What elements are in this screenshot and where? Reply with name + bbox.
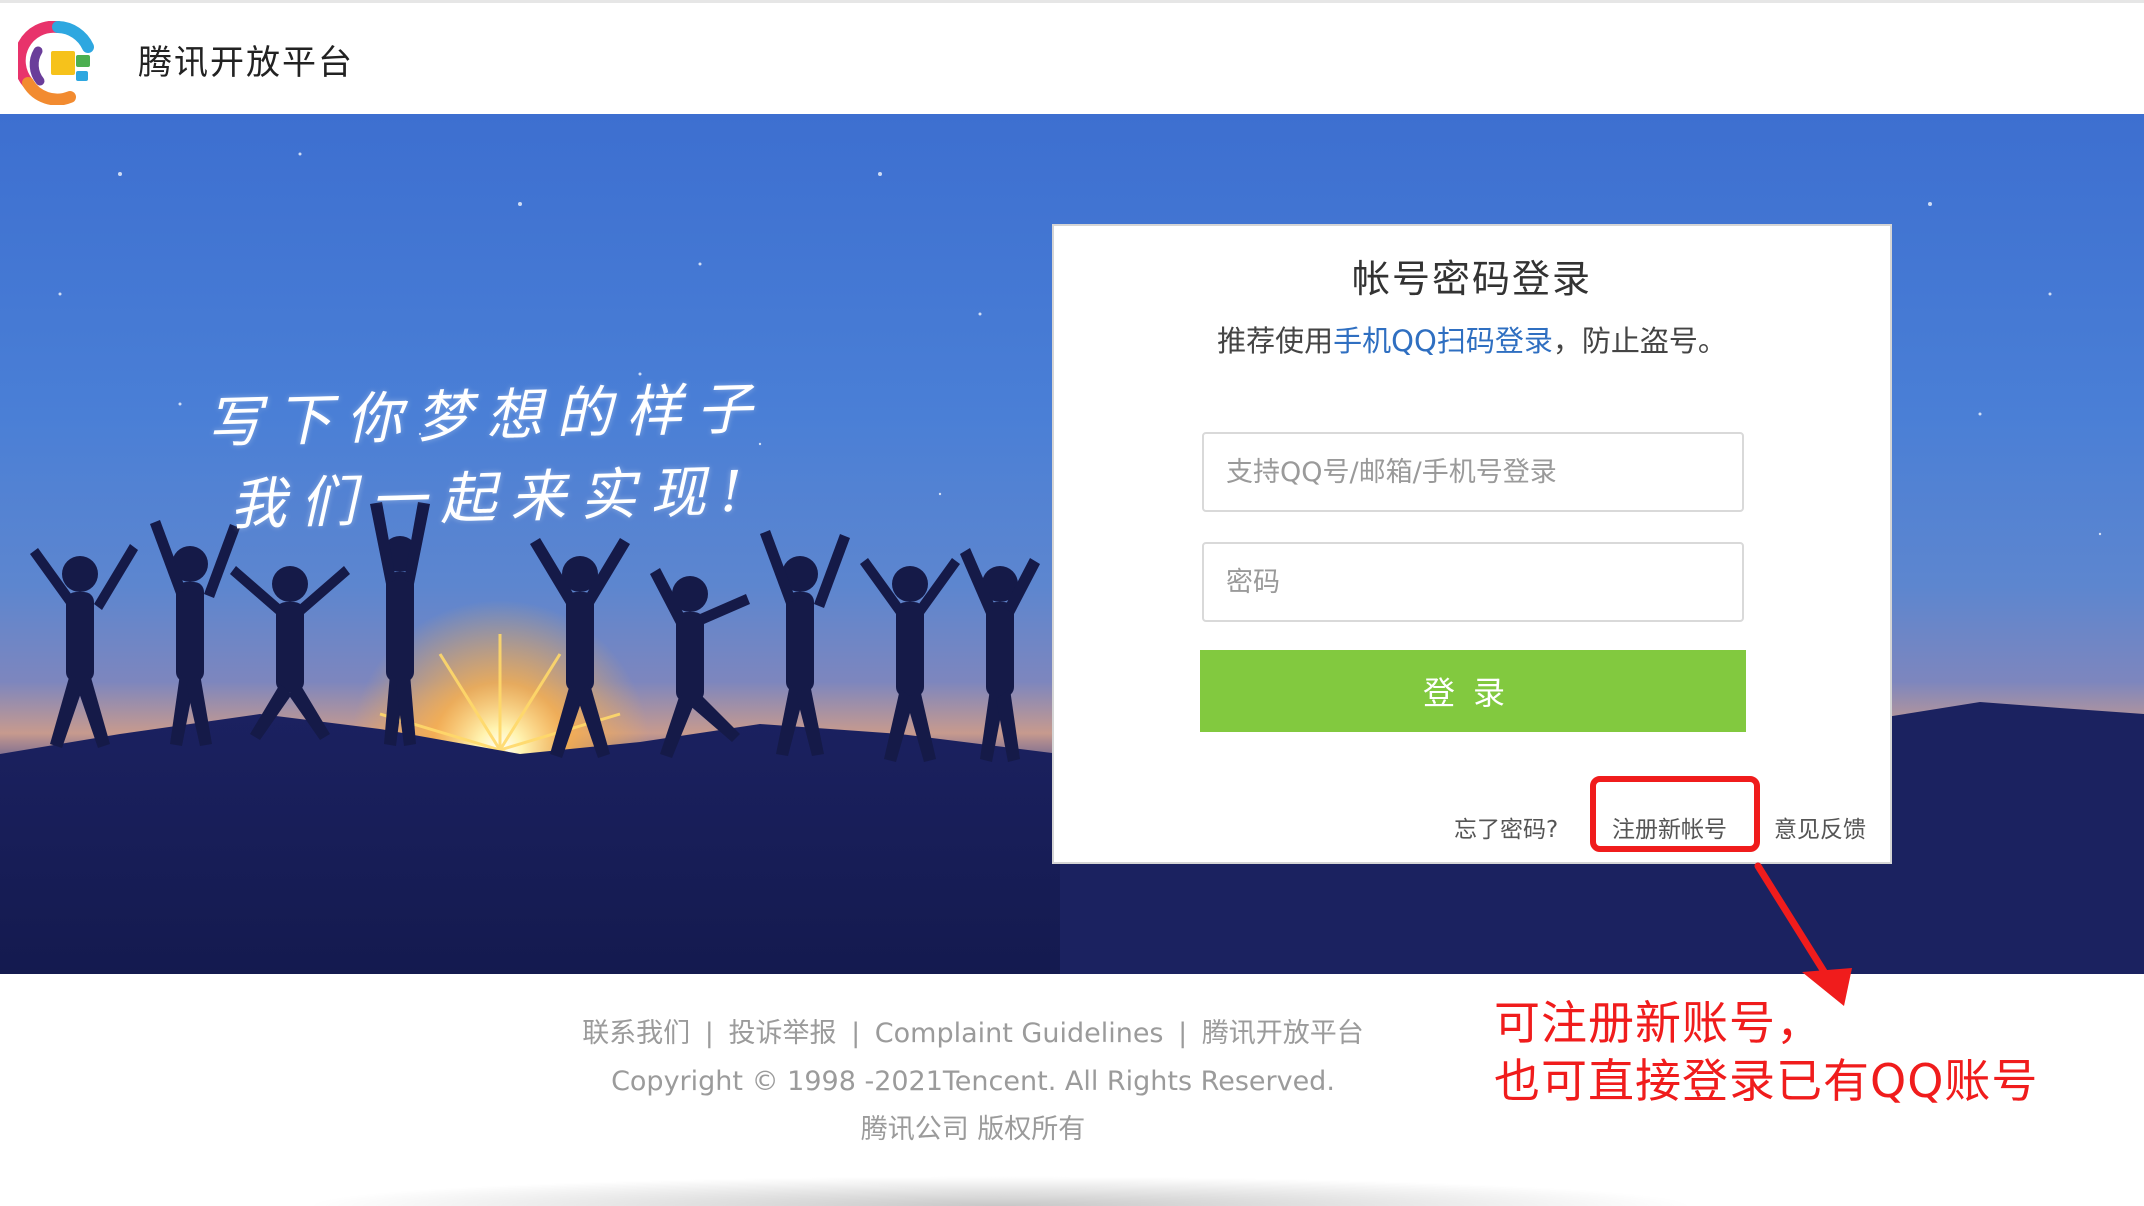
footer-link-complaint-guidelines[interactable]: Complaint Guidelines <box>875 1018 1164 1049</box>
hint-prefix: 推荐使用 <box>1217 324 1334 358</box>
password-input[interactable] <box>1202 542 1744 622</box>
footer-links: 联系我们 | 投诉举报 | Complaint Guidelines | 腾讯开… <box>0 1010 1946 1058</box>
hero-slogan: 写下你梦想的样子 我们一起来实现! <box>205 376 767 540</box>
qq-scan-login-link[interactable]: 手机QQ扫码登录 <box>1333 324 1553 358</box>
footer-separator: | <box>851 1018 861 1049</box>
footer-link-report[interactable]: 投诉举报 <box>728 1018 836 1049</box>
top-header: 腾讯开放平台 <box>0 0 2144 114</box>
footer-link-open-platform[interactable]: 腾讯开放平台 <box>1202 1018 1364 1049</box>
slogan-line-2: 我们一起来实现! <box>229 459 758 539</box>
account-input[interactable] <box>1202 432 1744 512</box>
login-hint: 推荐使用手机QQ扫码登录，防止盗号。 <box>1054 318 1890 360</box>
forgot-password-link[interactable]: 忘了密码? <box>1454 810 1558 844</box>
login-card: 帐号密码登录 推荐使用手机QQ扫码登录，防止盗号。 登录 忘了密码? 注册新帐号… <box>1052 224 1892 864</box>
annotation-arrow-icon <box>1754 862 1852 1006</box>
login-title: 帐号密码登录 <box>1351 257 1592 301</box>
login-button[interactable]: 登录 <box>1200 650 1746 732</box>
site-footer: 联系我们 | 投诉举报 | Complaint Guidelines | 腾讯开… <box>0 1010 1946 1154</box>
footer-company: 腾讯公司 版权所有 <box>860 1114 1086 1145</box>
hint-suffix: ，防止盗号。 <box>1552 324 1727 358</box>
footer-separator: | <box>704 1018 714 1049</box>
slogan-line-1: 写下你梦想的样子 <box>205 376 767 457</box>
footer-link-contact[interactable]: 联系我们 <box>582 1018 690 1049</box>
register-highlight-box <box>1590 776 1760 852</box>
brand-name[interactable]: 腾讯开放平台 <box>138 43 354 83</box>
bottom-shadow <box>300 1176 1700 1206</box>
footer-copyright: Copyright © 1998 -2021Tencent. All Right… <box>611 1066 1335 1097</box>
tencent-open-platform-logo[interactable] <box>18 21 98 105</box>
footer-separator: | <box>1178 1018 1188 1049</box>
feedback-link[interactable]: 意见反馈 <box>1774 810 1866 844</box>
